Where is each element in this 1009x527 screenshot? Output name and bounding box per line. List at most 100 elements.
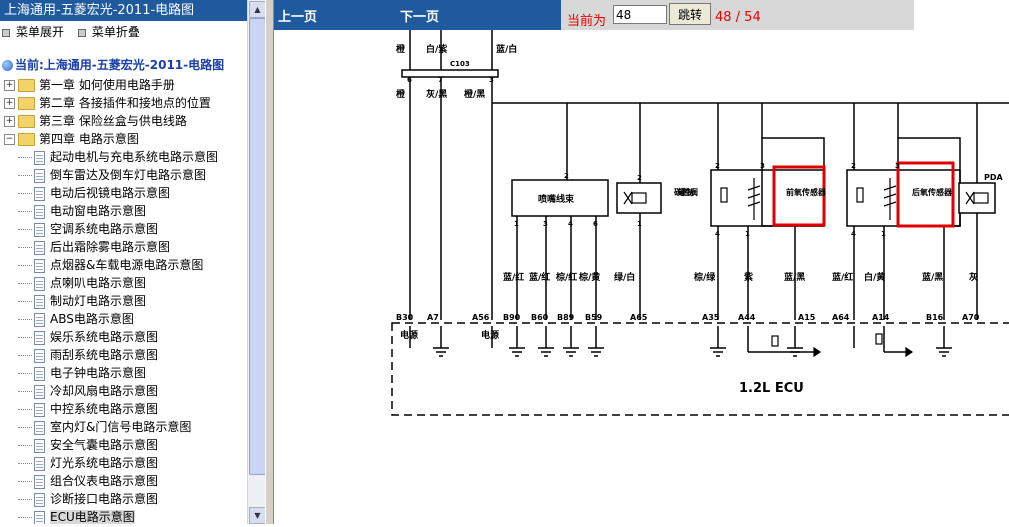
- item-label: 倒车雷达及倒车灯电路示意图: [50, 168, 207, 182]
- tree-connector: [18, 246, 32, 249]
- pin-number: 2: [851, 162, 856, 170]
- tree-item[interactable]: 点喇叭电路示意图: [18, 274, 146, 292]
- pin-number: 1: [745, 230, 750, 238]
- tree-connector: [18, 444, 32, 447]
- wire-color-label: 蓝/黑: [922, 271, 943, 283]
- tree-chapter-1[interactable]: + 第一章 如何使用电路手册: [4, 76, 175, 94]
- item-label: 室内灯&门信号电路示意图: [50, 420, 192, 434]
- tree-item[interactable]: 室内灯&门信号电路示意图: [18, 418, 191, 436]
- ecu-pin-label: A14: [872, 313, 890, 322]
- tree-item[interactable]: 空调系统电路示意图: [18, 220, 158, 238]
- ecu-pin-label: B89: [557, 313, 575, 322]
- scroll-up-button[interactable]: ▲: [249, 1, 266, 18]
- plus-icon[interactable]: +: [4, 98, 15, 109]
- current-location[interactable]: 当前:上海通用-五菱宏光-2011-电路图: [2, 56, 224, 73]
- document-icon: [34, 474, 45, 489]
- item-label: 娱乐系统电路示意图: [50, 330, 159, 344]
- tree-item[interactable]: 电动窗电路示意图: [18, 202, 146, 220]
- wire-label-top-2: 白/紫: [426, 43, 447, 55]
- item-label: 电动窗电路示意图: [50, 204, 147, 218]
- connector-pin-3: 3: [489, 76, 494, 84]
- item-label: 空调系统电路示意图: [50, 222, 159, 236]
- wire-color-label: 蓝/红: [503, 271, 524, 283]
- ecu-pin-label: A70: [962, 313, 980, 322]
- folder-icon: [18, 115, 35, 128]
- menu-expand-button[interactable]: 菜单展开: [2, 25, 64, 39]
- connector-pin-2: 7: [438, 76, 443, 84]
- pin-number: 4: [715, 230, 720, 238]
- ecu-pin-label: A56: [472, 313, 490, 322]
- wire-label-top-3: 蓝/白: [496, 43, 517, 55]
- tree-item[interactable]: 雨刮系统电路示意图: [18, 346, 158, 364]
- plus-icon[interactable]: +: [4, 116, 15, 127]
- ground-symbol: [509, 347, 525, 357]
- power-label-2: 电源: [481, 329, 499, 341]
- ecu-pin-label: A35: [702, 313, 720, 322]
- item-label: 中控系统电路示意图: [50, 402, 159, 416]
- panel-splitter[interactable]: [265, 0, 274, 524]
- tree-item[interactable]: 倒车雷达及倒车灯电路示意图: [18, 166, 206, 184]
- wire-label-mid-1: 橙: [396, 88, 406, 100]
- page-number-input[interactable]: [613, 5, 667, 24]
- tree-item[interactable]: 诊断接口电路示意图: [18, 490, 158, 508]
- wire-color-label: 棕/黄: [578, 271, 600, 283]
- tree-item[interactable]: 安全气囊电路示意图: [18, 436, 158, 454]
- tree-chapter-4[interactable]: − 第四章 电路示意图: [4, 130, 139, 148]
- plus-icon[interactable]: +: [4, 80, 15, 91]
- ground-symbol: [936, 347, 952, 357]
- menu-bar: 菜单展开 菜单折叠: [2, 24, 150, 40]
- tree-item[interactable]: ABS电路示意图: [18, 310, 134, 328]
- document-icon: [34, 204, 45, 219]
- item-label: 制动灯电路示意图: [50, 294, 147, 308]
- folder-icon: [18, 79, 35, 92]
- tree-item[interactable]: 后出霜除雾电路示意图: [18, 238, 170, 256]
- tree-chapter-2[interactable]: + 第二章 各接插件和接地点的位置: [4, 94, 211, 112]
- document-icon: [34, 222, 45, 237]
- next-page-link[interactable]: 下一页: [400, 6, 439, 25]
- tree-item[interactable]: ECU电路示意图: [18, 508, 135, 524]
- document-icon: [34, 186, 45, 201]
- tree-item[interactable]: 灯光系统电路示意图: [18, 454, 158, 472]
- tree-item[interactable]: 电动后视镜电路示意图: [18, 184, 170, 202]
- page-jump-bar: 当前为 跳转 48 / 54: [561, 0, 914, 30]
- item-label: 组合仪表电路示意图: [50, 474, 159, 488]
- tree-connector: [18, 516, 32, 519]
- document-icon: [34, 384, 45, 399]
- tree-chapter-3[interactable]: + 第三章 保险丝盒与供电线路: [4, 112, 187, 130]
- left-panel: 上海通用-五菱宏光-2011-电路图 菜单展开 菜单折叠 当前:上海通用-五菱宏…: [0, 0, 265, 524]
- pin-number: 2: [715, 162, 720, 170]
- scroll-thumb[interactable]: [249, 18, 266, 475]
- wire-label-mid-3: 橙/黑: [464, 88, 485, 100]
- sidebar-scrollbar[interactable]: ▲ ▼: [247, 0, 266, 524]
- tree-item[interactable]: 娱乐系统电路示意图: [18, 328, 158, 346]
- ground-symbol: [710, 347, 726, 357]
- tree-connector: [18, 462, 32, 465]
- scroll-down-button[interactable]: ▼: [249, 507, 266, 524]
- ecu-label: 1.2L ECU: [739, 381, 804, 396]
- ground-symbol: [588, 347, 604, 357]
- menu-collapse-button[interactable]: 菜单折叠: [77, 25, 140, 39]
- tree-item[interactable]: 中控系统电路示意图: [18, 400, 158, 418]
- tree-item[interactable]: 电子钟电路示意图: [18, 364, 146, 382]
- tree-connector: [18, 480, 32, 483]
- tree-item[interactable]: 起动电机与充电系统电路示意图: [18, 148, 218, 166]
- pin-number: 3: [543, 220, 548, 228]
- tree-item[interactable]: 冷却风扇电路示意图: [18, 382, 158, 400]
- item-label: 起动电机与充电系统电路示意图: [50, 150, 219, 164]
- tree-item[interactable]: 组合仪表电路示意图: [18, 472, 158, 490]
- power-label-1: 电源: [400, 329, 418, 341]
- jump-button[interactable]: 跳转: [669, 3, 711, 25]
- tree-connector: [18, 210, 32, 213]
- tree-connector: [18, 174, 32, 177]
- wire-color-label: 蓝/黑: [784, 271, 805, 283]
- tree-connector: [18, 372, 32, 375]
- globe-icon: [2, 60, 13, 71]
- tree-item[interactable]: 制动灯电路示意图: [18, 292, 146, 310]
- ecu-pin-label: B30: [396, 313, 414, 322]
- prev-page-link[interactable]: 上一页: [278, 6, 317, 25]
- item-label: 安全气囊电路示意图: [50, 438, 159, 452]
- tree-item[interactable]: 点烟器&车载电源电路示意图: [18, 256, 203, 274]
- tree-connector: [18, 318, 32, 321]
- minus-icon[interactable]: −: [4, 134, 15, 145]
- pin-number: 1: [514, 220, 519, 228]
